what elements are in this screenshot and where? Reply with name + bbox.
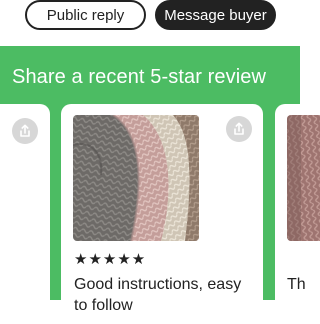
review-card-next[interactable]: Th [275, 104, 320, 324]
public-reply-button[interactable]: Public reply [25, 0, 146, 30]
review-photo [287, 115, 320, 241]
review-text: Good instructions, easy to follow [74, 276, 242, 314]
review-action-bar: Public reply Message buyer [0, 0, 300, 46]
section-title: Share a recent 5-star review [12, 66, 267, 88]
share-review-section: Share a recent 5-star review ★★★★★ Good … [0, 46, 320, 324]
message-buyer-button[interactable]: Message buyer [155, 0, 276, 30]
review-card-previous[interactable] [0, 104, 50, 324]
share-icon [20, 124, 30, 137]
review-card[interactable]: ★★★★★ Good instructions, easy to follow [61, 104, 263, 324]
knit-blanket-image [287, 115, 320, 241]
knit-blanket-image [73, 115, 199, 241]
review-photo [73, 115, 199, 241]
share-button[interactable] [12, 118, 38, 144]
share-button[interactable] [226, 116, 252, 142]
review-text: Th [287, 276, 306, 293]
share-icon [234, 122, 244, 135]
star-rating: ★★★★★ [74, 251, 147, 268]
